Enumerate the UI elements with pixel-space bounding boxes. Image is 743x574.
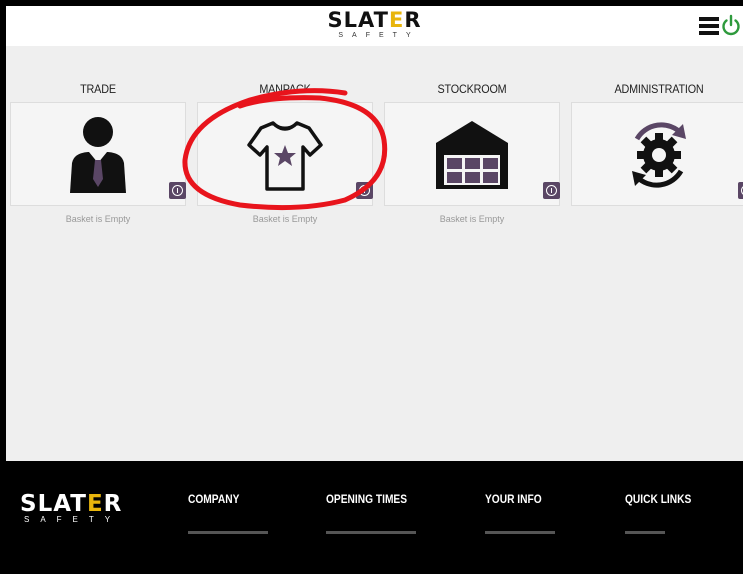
gear-cycle-icon	[632, 122, 686, 188]
tshirt-star-icon	[247, 121, 323, 191]
footer: SLATER SAFETY COMPANY OPENING TIMES YOUR…	[6, 461, 743, 535]
businessman-icon	[70, 117, 126, 193]
bottom-bar	[6, 535, 743, 574]
basket-status: Basket is Empty	[439, 214, 505, 224]
slater-safety-logo[interactable]: SLATER SAFETY	[328, 9, 422, 40]
category-title: MANPACK	[259, 82, 311, 96]
category-card-trade[interactable]	[10, 102, 186, 206]
category-card-administration[interactable]	[571, 102, 743, 206]
main-content: TRADE Basket is Empty MANPACK Basket is …	[6, 46, 743, 461]
info-icon[interactable]	[169, 182, 186, 199]
warehouse-icon	[436, 121, 508, 189]
footer-text-line	[485, 531, 555, 534]
footer-heading-your-info: YOUR INFO	[485, 492, 542, 506]
info-icon[interactable]	[543, 182, 560, 199]
header-bar: SLATER SAFETY	[6, 6, 743, 46]
logo-tagline: SAFETY	[338, 32, 420, 39]
category-card-manpack[interactable]	[197, 102, 373, 206]
info-icon[interactable]	[738, 182, 743, 199]
footer-heading-opening-times: OPENING TIMES	[326, 492, 408, 506]
footer-logo[interactable]: SLATER SAFETY	[20, 491, 123, 525]
power-icon[interactable]	[721, 14, 741, 36]
footer-logo-tagline: SAFETY	[24, 515, 122, 524]
footer-heading-quick-links: QUICK LINKS	[625, 492, 692, 506]
footer-heading-company: COMPANY	[188, 492, 240, 506]
footer-logo-wordmark: SLATER	[20, 491, 123, 517]
category-title: ADMINISTRATION	[614, 82, 704, 96]
footer-text-line	[625, 531, 665, 534]
hamburger-menu-icon[interactable]	[699, 17, 719, 35]
category-title: STOCKROOM	[437, 82, 507, 96]
basket-status: Basket is Empty	[65, 214, 131, 224]
footer-text-line	[188, 531, 268, 534]
info-icon[interactable]	[356, 182, 373, 199]
category-card-stockroom[interactable]	[384, 102, 560, 206]
logo-wordmark: SLATER	[327, 8, 422, 32]
basket-status: Basket is Empty	[252, 214, 318, 224]
category-title: TRADE	[80, 82, 116, 96]
footer-text-line	[326, 531, 416, 534]
